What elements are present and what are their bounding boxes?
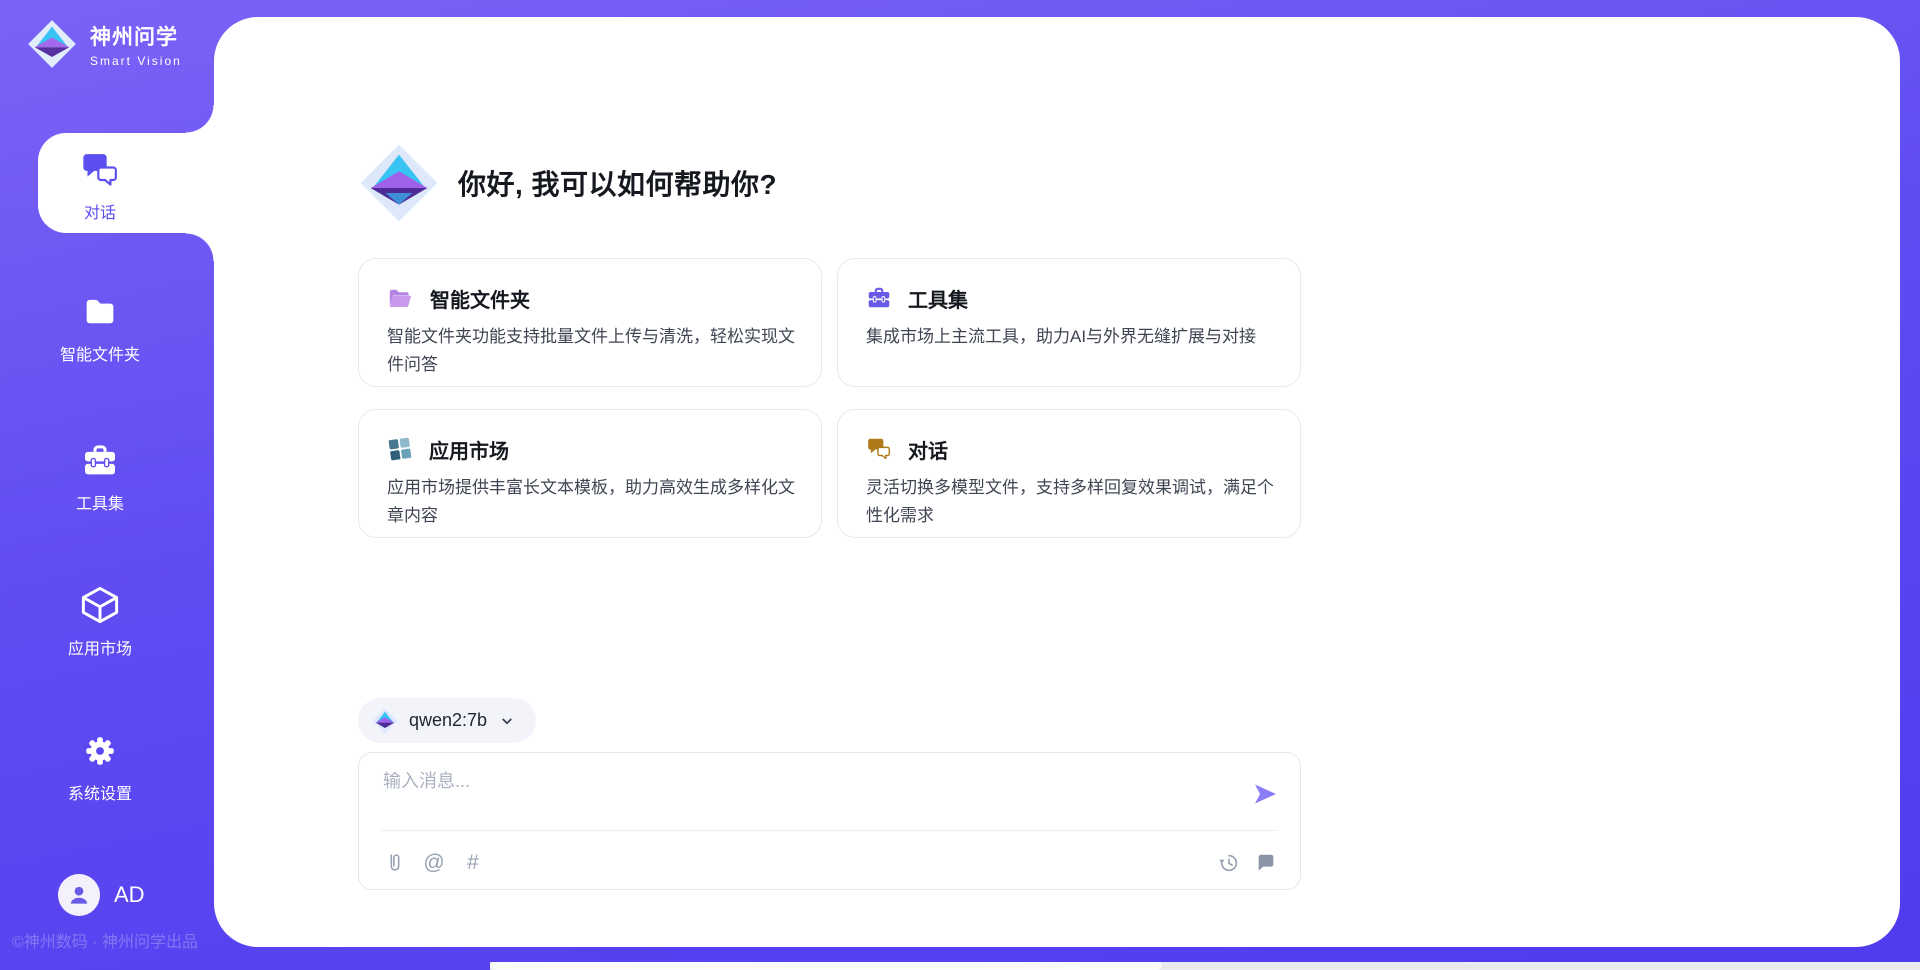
cube-icon [79,584,121,626]
brand-diamond-icon [26,18,78,70]
card-title: 工具集 [908,284,968,313]
message-input[interactable] [383,767,1223,825]
card-smart-folder[interactable]: 智能文件夹 智能文件夹功能支持批量文件上传与清洗，轻松实现文件问答 [358,258,822,387]
sidebar-item-label: 智能文件夹 [60,341,140,365]
sidebar-item-chat[interactable]: 对话 [0,150,200,223]
toolbox-icon [80,441,120,481]
greeting-title: 你好, 我可以如何帮助你? [458,163,777,203]
mention-icon[interactable]: @ [422,851,446,875]
send-button[interactable] [1250,779,1280,809]
sidebar-item-settings[interactable]: 系统设置 [0,731,200,804]
tab-fillet-top [186,105,214,133]
avatar[interactable] [58,874,100,916]
feature-cards: 智能文件夹 智能文件夹功能支持批量文件上传与清洗，轻松实现文件问答 工具集 集成… [358,258,1301,538]
chevron-down-icon [498,712,516,730]
user-initials: AD [114,882,145,908]
card-description: 应用市场提供丰富长文本模板，助力高效生成多样化文章内容 [387,474,795,530]
sidebar-item-app-market[interactable]: 应用市场 [0,584,200,659]
user-account[interactable]: AD [58,874,145,916]
card-toolset[interactable]: 工具集 集成市场上主流工具，助力AI与外界无缝扩展与对接 [837,258,1301,387]
card-description: 智能文件夹功能支持批量文件上传与清洗，轻松实现文件问答 [387,323,795,379]
model-selector[interactable]: qwen2:7b [358,698,536,743]
gear-icon [80,731,120,771]
brand-text: 神州问学 Smart Vision [90,21,182,68]
composer-divider [381,830,1278,831]
card-description: 集成市场上主流工具，助力AI与外界无缝扩展与对接 [866,323,1274,351]
folder-icon [80,292,120,332]
welcome-header: 你好, 我可以如何帮助你? [358,143,777,223]
horizontal-scrollbar[interactable] [490,962,1920,970]
message-composer: @ # [358,752,1301,890]
composer-toolbar: @ # [383,844,1278,882]
sidebar-item-toolset[interactable]: 工具集 [0,441,200,514]
scrollbar-thumb[interactable] [490,962,1162,970]
assistant-diamond-icon [358,143,440,223]
card-title: 对话 [908,435,948,464]
sidebar-item-label: 应用市场 [68,635,132,659]
folder-open-icon [387,285,414,312]
chat-icon [80,150,120,190]
brand-name: 神州问学 [90,21,182,51]
model-diamond-icon [372,708,398,734]
tab-fillet-bottom [186,233,214,261]
card-chat[interactable]: 对话 灵活切换多模型文件，支持多样回复效果调试，满足个性化需求 [837,409,1301,538]
model-name: qwen2:7b [409,710,487,731]
card-app-market[interactable]: 应用市场 应用市场提供丰富长文本模板，助力高效生成多样化文章内容 [358,409,822,538]
history-icon[interactable] [1217,851,1241,875]
brand-logo: 神州问学 Smart Vision [26,18,182,70]
copyright-text: ©神州数码 · 神州问学出品 [0,928,210,952]
toolbox-icon [866,285,892,311]
attachment-icon[interactable] [383,851,407,875]
hashtag-icon[interactable]: # [461,851,485,875]
grid-icon [387,436,413,462]
chat-icon [866,436,892,462]
sidebar: 神州问学 Smart Vision 对话 智能文件夹 [0,0,214,970]
sidebar-item-label: 对话 [84,199,116,223]
message-bubble-icon[interactable] [1254,851,1278,875]
card-title: 智能文件夹 [430,284,530,313]
sidebar-item-label: 系统设置 [68,780,132,804]
card-description: 灵活切换多模型文件，支持多样回复效果调试，满足个性化需求 [866,474,1274,530]
sidebar-item-label: 工具集 [76,490,124,514]
sidebar-item-smart-folder[interactable]: 智能文件夹 [0,292,200,365]
card-title: 应用市场 [429,435,509,464]
brand-subtitle: Smart Vision [90,54,182,68]
